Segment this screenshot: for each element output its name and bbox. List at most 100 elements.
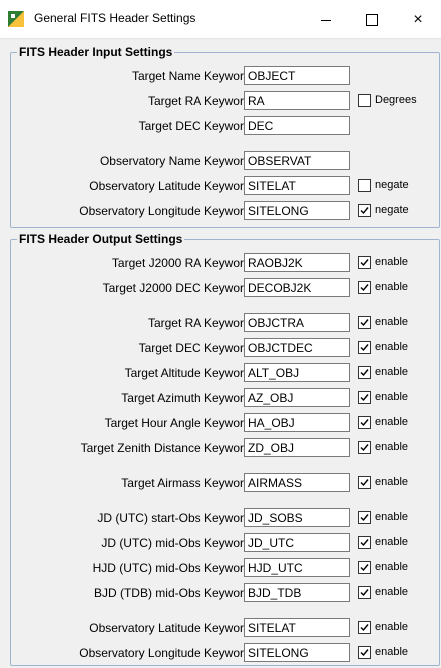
check-mark-icon [360, 539, 369, 547]
target-name-keyword-input[interactable] [244, 66, 350, 85]
check-mark-icon [360, 319, 369, 327]
jd-utc-mid-obs-keyword-enable-checkbox[interactable] [358, 536, 371, 549]
check-mark-icon [360, 419, 369, 427]
observatory-latitude-keyword-label: Observatory Latitude Keyword: [89, 621, 254, 635]
target-j2000-ra-keyword-enable-checkbox[interactable] [358, 256, 371, 269]
minimize-button[interactable] [303, 0, 349, 38]
target-dec-keyword-input[interactable] [244, 338, 350, 357]
target-ra-keyword-enable-label: enable [375, 316, 409, 328]
bjd-tdb-mid-obs-keyword-enable-checkbox[interactable] [358, 586, 371, 599]
output-settings-legend: FITS Header Output Settings [17, 232, 185, 246]
hjd-utc-mid-obs-keyword-input[interactable] [244, 558, 350, 577]
bjd-tdb-mid-obs-keyword-input[interactable] [244, 583, 350, 602]
target-ra-keyword-degrees-label: Degrees [375, 94, 417, 106]
observatory-longitude-keyword-label: Observatory Longitude Keyword: [79, 646, 254, 660]
target-ra-keyword-input[interactable] [244, 313, 350, 332]
target-zenith-distance-keyword-label: Target Zenith Distance Keyword: [80, 441, 254, 455]
target-azimuth-keyword-enable-label: enable [375, 391, 409, 403]
check-mark-icon [360, 624, 369, 632]
astro-app-icon [8, 11, 24, 27]
check-mark-icon [360, 479, 369, 487]
target-dec-keyword-enable-label: enable [375, 341, 409, 353]
maximize-button[interactable] [349, 0, 395, 38]
observatory-name-keyword-label: Observatory Name Keyword: [99, 154, 254, 168]
target-airmass-keyword-enable-checkbox[interactable] [358, 476, 371, 489]
target-azimuth-keyword-label: Target Azimuth Keyword: [121, 391, 254, 405]
check-mark-icon [360, 369, 369, 377]
jd-utc-start-obs-keyword-label: JD (UTC) start-Obs Keyword: [97, 511, 254, 525]
target-ra-keyword-enable-checkbox[interactable] [358, 316, 371, 329]
check-mark-icon [360, 207, 369, 215]
jd-utc-start-obs-keyword-enable-label: enable [375, 511, 409, 523]
target-j2000-dec-keyword-input[interactable] [244, 278, 350, 297]
jd-utc-start-obs-keyword-input[interactable] [244, 508, 350, 527]
target-ra-keyword-input[interactable] [244, 91, 350, 110]
observatory-longitude-keyword-enable-checkbox[interactable] [358, 646, 371, 659]
target-j2000-ra-keyword-enable-label: enable [375, 256, 409, 268]
check-mark-icon [360, 259, 369, 267]
target-airmass-keyword-enable-label: enable [375, 476, 409, 488]
check-mark-icon [360, 649, 369, 657]
observatory-longitude-keyword-negate-label: negate [375, 204, 409, 216]
target-azimuth-keyword-enable-checkbox[interactable] [358, 391, 371, 404]
observatory-longitude-keyword-input[interactable] [244, 643, 350, 662]
target-j2000-ra-keyword-input[interactable] [244, 253, 350, 272]
target-hour-angle-keyword-enable-label: enable [375, 416, 409, 428]
jd-utc-mid-obs-keyword-label: JD (UTC) mid-Obs Keyword: [101, 536, 254, 550]
observatory-longitude-keyword-negate-checkbox[interactable] [358, 204, 371, 217]
observatory-longitude-keyword-label: Observatory Longitude Keyword: [79, 204, 254, 218]
check-mark-icon [360, 514, 369, 522]
target-dec-keyword-label: Target DEC Keyword: [138, 341, 254, 355]
observatory-longitude-keyword-enable-label: enable [375, 646, 409, 658]
check-mark-icon [360, 564, 369, 572]
target-dec-keyword-enable-checkbox[interactable] [358, 341, 371, 354]
check-mark-icon [360, 394, 369, 402]
target-dec-keyword-input[interactable] [244, 116, 350, 135]
target-ra-keyword-label: Target RA Keyword: [147, 94, 254, 108]
target-hour-angle-keyword-label: Target Hour Angle Keyword: [104, 416, 254, 430]
observatory-latitude-keyword-label: Observatory Latitude Keyword: [89, 179, 254, 193]
target-azimuth-keyword-input[interactable] [244, 388, 350, 407]
maximize-icon [366, 14, 378, 27]
hjd-utc-mid-obs-keyword-enable-label: enable [375, 561, 409, 573]
close-button[interactable]: × [395, 0, 441, 38]
target-hour-angle-keyword-input[interactable] [244, 413, 350, 432]
jd-utc-start-obs-keyword-enable-checkbox[interactable] [358, 511, 371, 524]
target-altitude-keyword-enable-checkbox[interactable] [358, 366, 371, 379]
observatory-latitude-keyword-negate-label: negate [375, 179, 409, 191]
jd-utc-mid-obs-keyword-enable-label: enable [375, 536, 409, 548]
target-name-keyword-label: Target Name Keyword: [131, 69, 254, 83]
target-airmass-keyword-label: Target Airmass Keyword: [121, 476, 254, 490]
hjd-utc-mid-obs-keyword-enable-checkbox[interactable] [358, 561, 371, 574]
target-zenith-distance-keyword-enable-label: enable [375, 441, 409, 453]
observatory-name-keyword-input[interactable] [244, 151, 350, 170]
observatory-latitude-keyword-enable-checkbox[interactable] [358, 621, 371, 634]
observatory-latitude-keyword-enable-label: enable [375, 621, 409, 633]
target-ra-keyword-label: Target RA Keyword: [147, 316, 254, 330]
observatory-latitude-keyword-negate-checkbox[interactable] [358, 179, 371, 192]
observatory-latitude-keyword-input[interactable] [244, 176, 350, 195]
bjd-tdb-mid-obs-keyword-label: BJD (TDB) mid-Obs Keyword: [93, 586, 254, 600]
bjd-tdb-mid-obs-keyword-enable-label: enable [375, 586, 409, 598]
target-zenith-distance-keyword-enable-checkbox[interactable] [358, 441, 371, 454]
target-j2000-dec-keyword-enable-label: enable [375, 281, 409, 293]
check-mark-icon [360, 344, 369, 352]
target-hour-angle-keyword-enable-checkbox[interactable] [358, 416, 371, 429]
minimize-icon [321, 19, 331, 21]
target-airmass-keyword-input[interactable] [244, 473, 350, 492]
target-dec-keyword-label: Target DEC Keyword: [138, 119, 254, 133]
title-bar[interactable]: General FITS Header Settings × [0, 0, 441, 39]
close-icon: × [413, 11, 423, 28]
target-ra-keyword-degrees-checkbox[interactable] [358, 94, 371, 107]
window-title: General FITS Header Settings [34, 11, 196, 25]
target-j2000-dec-keyword-enable-checkbox[interactable] [358, 281, 371, 294]
target-altitude-keyword-enable-label: enable [375, 366, 409, 378]
target-altitude-keyword-input[interactable] [244, 363, 350, 382]
hjd-utc-mid-obs-keyword-label: HJD (UTC) mid-Obs Keyword: [92, 561, 254, 575]
jd-utc-mid-obs-keyword-input[interactable] [244, 533, 350, 552]
check-mark-icon [360, 284, 369, 292]
observatory-longitude-keyword-input[interactable] [244, 201, 350, 220]
observatory-latitude-keyword-input[interactable] [244, 618, 350, 637]
check-mark-icon [360, 444, 369, 452]
target-zenith-distance-keyword-input[interactable] [244, 438, 350, 457]
